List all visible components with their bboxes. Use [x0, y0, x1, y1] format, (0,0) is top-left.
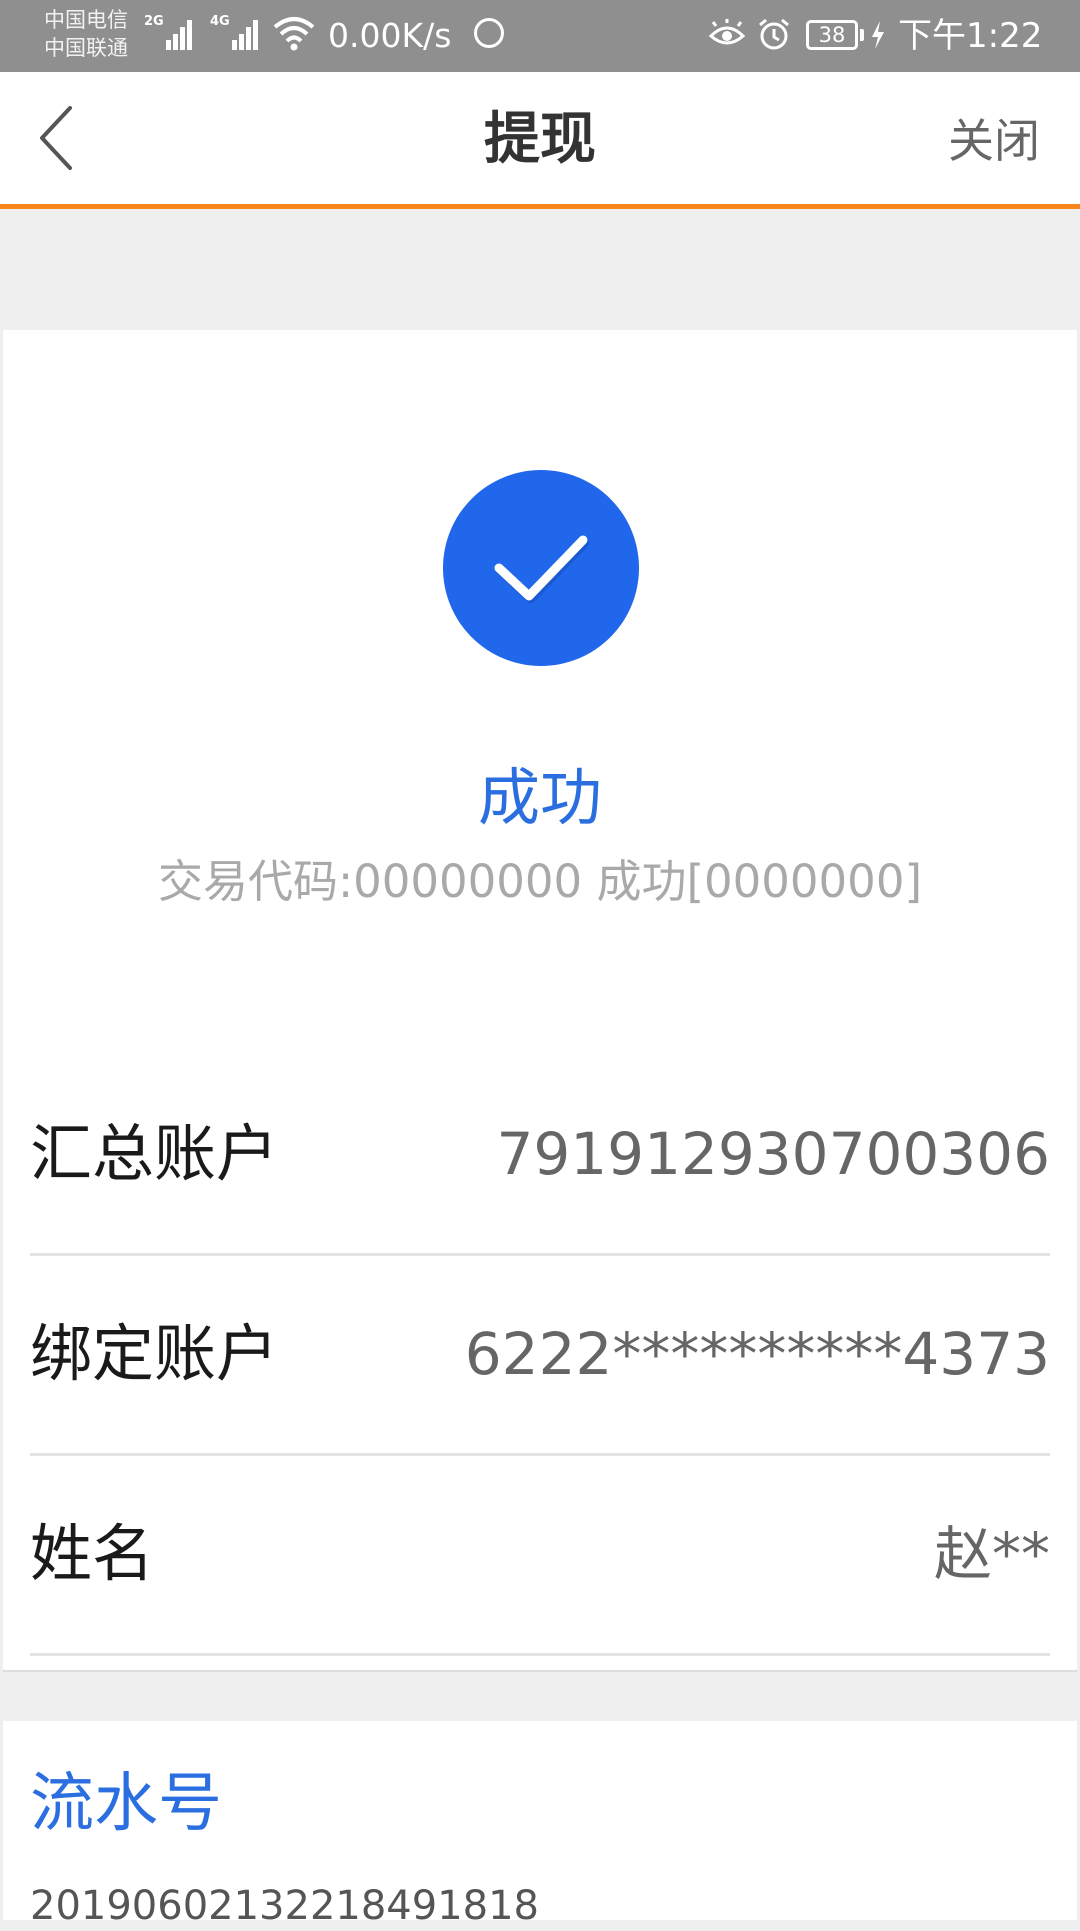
result-detail: 交易代码:00000000 成功[0000000]: [157, 855, 923, 908]
detail-value: 791912930700306: [496, 1120, 1050, 1188]
status-bar: 中国电信 中国联通 2G 4G 0.00K/s 38 下午1:22: [0, 0, 1080, 72]
charging-icon: [870, 20, 886, 54]
status-time: 下午1:22: [898, 16, 1043, 56]
detail-label: 绑定账户: [30, 1317, 279, 1390]
detail-row-bound-account: 绑定账户 6222**********4373: [30, 1256, 1050, 1456]
close-button[interactable]: 关闭: [948, 112, 1040, 170]
notification-icon: [474, 18, 504, 48]
page-title: 提现: [484, 107, 596, 172]
battery-icon: 38: [806, 20, 858, 50]
detail-value: 6222**********4373: [464, 1320, 1050, 1388]
network-speed: 0.00K/s: [328, 16, 452, 55]
detail-label: 汇总账户: [30, 1117, 279, 1190]
signal-2g-icon: 2G: [144, 14, 196, 60]
wifi-icon: [272, 14, 316, 58]
carrier-1: 中国电信: [44, 8, 128, 32]
carrier-2: 中国联通: [44, 36, 128, 60]
battery-tip: [860, 29, 864, 41]
detail-list: 汇总账户 791912930700306 绑定账户 6222**********…: [30, 1056, 1050, 1656]
signal-4g-icon: 4G: [210, 14, 262, 60]
detail-row-name: 姓名 赵**: [30, 1456, 1050, 1656]
alarm-icon: [756, 16, 792, 56]
serial-number-value: 201906021322184918​18: [30, 1883, 539, 1929]
serial-card: 流水号 201906021322184918​18: [3, 1721, 1077, 1929]
detail-value: 赵**: [933, 1520, 1050, 1588]
carrier-names: 中国电信 中国联通: [44, 6, 128, 62]
serial-number-label: 流水号: [30, 1767, 222, 1841]
detail-label: 姓名: [30, 1517, 155, 1590]
result-card: 成功 交易代码:00000000 成功[0000000] 汇总账户 791912…: [3, 330, 1077, 1672]
nav-header: 提现 关闭: [0, 72, 1080, 209]
detail-row-summary-account: 汇总账户 791912930700306: [30, 1056, 1050, 1256]
success-check-icon: [443, 470, 639, 666]
result-status: 成功: [477, 761, 602, 834]
eye-comfort-icon: [708, 18, 746, 54]
